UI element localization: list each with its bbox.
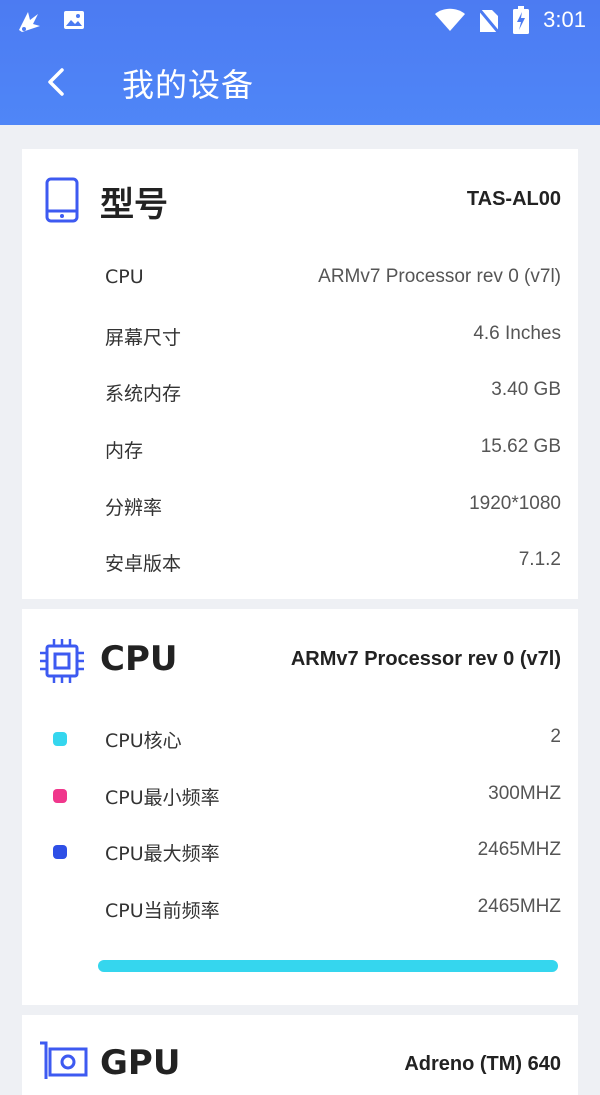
model-card: 型号 TAS-AL00 CPU ARMv7 Processor rev 0 (v… xyxy=(22,149,578,599)
nav-bar: 我的设备 xyxy=(0,42,600,125)
row-value: 2465MHZ xyxy=(477,896,561,917)
cpu-title: CPU xyxy=(100,639,178,679)
row-label: 内存 xyxy=(105,440,144,462)
gpu-value: Adreno (TM) 640 xyxy=(404,1053,561,1075)
model-value: TAS-AL00 xyxy=(466,188,561,210)
chip-icon xyxy=(40,639,84,683)
gpu-card-icon xyxy=(40,1041,88,1079)
list-item: 系统内存 3.40 GB xyxy=(22,371,578,411)
list-item: CPU当前频率 2465MHZ xyxy=(22,888,578,928)
list-item: 安卓版本 7.1.2 xyxy=(22,541,578,581)
list-item: CPU最大频率 2465MHZ xyxy=(22,831,578,871)
list-item: 内存 15.62 GB xyxy=(22,428,578,468)
page-title: 我的设备 xyxy=(122,66,255,104)
list-item: 分辨率 1920*1080 xyxy=(22,485,578,525)
list-item: CPU核心 2 xyxy=(22,718,578,758)
row-label: 分辨率 xyxy=(105,497,163,519)
cpu-card: CPU ARMv7 Processor rev 0 (v7l) CPU核心 2 … xyxy=(22,609,578,1005)
phone-icon xyxy=(45,177,79,223)
clock: 3:01 xyxy=(543,7,586,32)
row-label: CPU最小频率 xyxy=(105,787,220,809)
app-notification-icon xyxy=(19,12,40,32)
model-title: 型号 xyxy=(100,185,168,225)
battery-charging-icon xyxy=(513,6,530,34)
cpu-usage-progress-bar xyxy=(98,960,558,972)
wifi-icon xyxy=(435,8,466,31)
app-header: 3:01 我的设备 xyxy=(0,0,600,125)
row-label: CPU最大频率 xyxy=(105,843,220,865)
row-label: 屏幕尺寸 xyxy=(105,327,182,349)
back-arrow-icon[interactable] xyxy=(38,62,78,102)
list-item: CPU ARMv7 Processor rev 0 (v7l) xyxy=(22,258,578,298)
cpu-min-freq-dot xyxy=(53,789,67,803)
row-label: 系统内存 xyxy=(105,383,182,405)
row-value: 4.6 Inches xyxy=(473,323,561,344)
row-value: 300MHZ xyxy=(488,783,561,804)
row-value: 2465MHZ xyxy=(477,839,561,860)
status-bar: 3:01 xyxy=(0,0,600,42)
cpu-cores-dot xyxy=(53,732,67,746)
list-item: CPU最小频率 300MHZ xyxy=(22,775,578,815)
row-value: 2 xyxy=(550,726,561,747)
no-sim-icon xyxy=(479,8,500,33)
image-notification-icon xyxy=(64,11,84,29)
row-label: 安卓版本 xyxy=(105,553,182,575)
list-item: 屏幕尺寸 4.6 Inches xyxy=(22,315,578,355)
row-label: CPU核心 xyxy=(105,730,182,752)
row-value: 1920*1080 xyxy=(469,493,561,514)
row-value: 7.1.2 xyxy=(518,549,561,570)
cpu-value: ARMv7 Processor rev 0 (v7l) xyxy=(290,648,561,670)
row-value: 15.62 GB xyxy=(480,436,561,457)
gpu-title: GPU xyxy=(100,1043,181,1083)
cpu-usage-progress-fill xyxy=(98,960,558,972)
cpu-max-freq-dot xyxy=(53,845,67,859)
gpu-card: GPU Adreno (TM) 640 xyxy=(22,1015,578,1095)
row-label: CPU xyxy=(105,266,144,288)
row-value: 3.40 GB xyxy=(491,379,561,400)
row-label: CPU当前频率 xyxy=(105,900,220,922)
row-value: ARMv7 Processor rev 0 (v7l) xyxy=(318,266,561,287)
